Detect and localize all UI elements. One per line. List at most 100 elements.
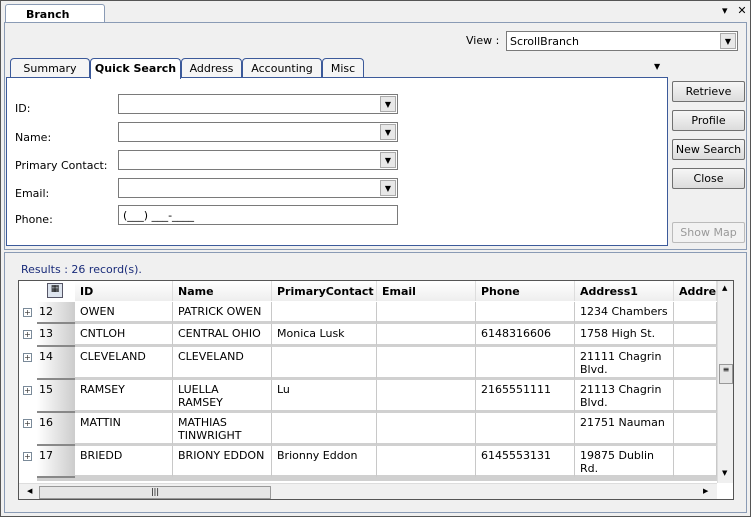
column-header[interactable]: Phone: [476, 281, 575, 301]
grid-cell[interactable]: LUELLA RAMSEY: [173, 380, 272, 413]
grid-cell[interactable]: [272, 347, 377, 380]
scroll-left-icon[interactable]: ◀: [27, 487, 32, 495]
email-label: Email:: [15, 187, 50, 200]
grid-corner: ▦: [19, 281, 75, 301]
grid-cell[interactable]: 21113 Chagrin Blvd.: [575, 380, 674, 413]
chevron-down-icon[interactable]: ▼: [380, 96, 396, 112]
scroll-down-icon[interactable]: ▼: [722, 469, 727, 477]
tabs-overflow-icon[interactable]: ▼: [654, 62, 660, 71]
grid-cell[interactable]: 6148316606: [476, 324, 575, 347]
chevron-down-icon[interactable]: ▼: [380, 180, 396, 196]
grid-cell[interactable]: [377, 413, 476, 446]
grid-cell[interactable]: [674, 413, 717, 446]
grid-cell[interactable]: BRIEDD: [75, 446, 173, 478]
grid-cell[interactable]: [272, 302, 377, 324]
row-number[interactable]: 14: [37, 347, 75, 380]
grid-cell[interactable]: [674, 302, 717, 324]
grid-cell[interactable]: 2165551111: [476, 380, 575, 413]
grid-cell[interactable]: [674, 324, 717, 347]
id-combo[interactable]: ▼: [118, 94, 398, 114]
window-controls: ▾ ✕: [722, 4, 747, 17]
grid-cell[interactable]: MATTIN: [75, 413, 173, 446]
horizontal-scroll-thumb[interactable]: |||: [39, 486, 271, 499]
expand-row-icon[interactable]: +: [23, 308, 32, 317]
menu-dropdown-icon[interactable]: ▾: [722, 4, 728, 17]
primary-contact-combo[interactable]: ▼: [118, 150, 398, 170]
horizontal-scrollbar[interactable]: ◀ ||| ▶: [19, 483, 717, 499]
row-number[interactable]: 12: [37, 302, 75, 324]
view-select-value: ScrollBranch: [510, 35, 579, 48]
grid-cell[interactable]: 19875 Dublin Rd.: [575, 446, 674, 478]
results-count: Results : 26 record(s).: [21, 263, 142, 276]
chevron-down-icon[interactable]: ▼: [380, 124, 396, 140]
grid-cell[interactable]: PATRICK OWEN: [173, 302, 272, 324]
view-select[interactable]: ScrollBranch ▼: [506, 31, 738, 51]
row-number[interactable]: 13: [37, 324, 75, 347]
column-header[interactable]: ID: [75, 281, 173, 301]
document-tab-branch-scroll[interactable]: Branch Scroll: [5, 4, 105, 34]
expand-row-icon[interactable]: +: [23, 452, 32, 461]
email-combo[interactable]: ▼: [118, 178, 398, 198]
vertical-scrollbar[interactable]: ▲ ≡ ▼: [717, 281, 733, 483]
close-button[interactable]: Close: [672, 168, 745, 189]
grid-cell[interactable]: [377, 324, 476, 347]
new-search-button[interactable]: New Search: [672, 139, 745, 160]
grid-cell[interactable]: Monica Lusk: [272, 324, 377, 347]
grid-cell[interactable]: [476, 302, 575, 324]
column-header[interactable]: Name: [173, 281, 272, 301]
grid-cell[interactable]: [377, 380, 476, 413]
grid-cell[interactable]: CNTLOH: [75, 324, 173, 347]
chevron-down-icon[interactable]: ▼: [380, 152, 396, 168]
grid-cell[interactable]: CLEVELAND: [75, 347, 173, 380]
retrieve-button[interactable]: Retrieve: [672, 81, 745, 102]
grid-cell[interactable]: MATHIAS TINWRIGHT: [173, 413, 272, 446]
grid-cell[interactable]: [377, 446, 476, 478]
name-combo[interactable]: ▼: [118, 122, 398, 142]
grid-cell[interactable]: [674, 347, 717, 380]
grid-cell[interactable]: [674, 380, 717, 413]
tab-accounting[interactable]: Accounting: [242, 58, 322, 78]
expand-row-icon[interactable]: +: [23, 353, 32, 362]
column-header[interactable]: Addres: [674, 281, 717, 301]
grid-cell[interactable]: BRIONY EDDON: [173, 446, 272, 478]
scroll-up-icon[interactable]: ▲: [722, 284, 727, 292]
grid-cell[interactable]: 1758 High St.: [575, 324, 674, 347]
grid-cell[interactable]: 1234 Chambers: [575, 302, 674, 324]
column-chooser-icon[interactable]: ▦: [47, 283, 63, 298]
expand-row-icon[interactable]: +: [23, 386, 32, 395]
expand-row-icon[interactable]: +: [23, 419, 32, 428]
tab-quick-search[interactable]: Quick Search: [90, 58, 181, 79]
tab-address[interactable]: Address: [181, 58, 242, 78]
scroll-right-icon[interactable]: ▶: [703, 487, 708, 495]
grid-cell[interactable]: RAMSEY: [75, 380, 173, 413]
column-header[interactable]: Email: [377, 281, 476, 301]
grid-cell[interactable]: OWEN: [75, 302, 173, 324]
grid-cell[interactable]: Brionny Eddon: [272, 446, 377, 478]
column-header[interactable]: Address1: [575, 281, 674, 301]
row-number[interactable]: 17: [37, 446, 75, 478]
grid-cell[interactable]: [377, 302, 476, 324]
grid-cell[interactable]: [377, 347, 476, 380]
grid-cell[interactable]: CLEVELAND: [173, 347, 272, 380]
id-label: ID:: [15, 102, 31, 115]
vertical-scroll-thumb[interactable]: ≡: [719, 364, 733, 384]
phone-input[interactable]: (___) ___-____: [118, 205, 398, 225]
close-icon[interactable]: ✕: [737, 4, 746, 17]
tab-summary[interactable]: Summary: [10, 58, 90, 78]
grid-cell[interactable]: [476, 347, 575, 380]
profile-button[interactable]: Profile: [672, 110, 745, 131]
column-header[interactable]: PrimaryContact: [272, 281, 377, 301]
row-number[interactable]: 15: [37, 380, 75, 413]
grid-cell[interactable]: 21751 Nauman: [575, 413, 674, 446]
name-label: Name:: [15, 131, 52, 144]
grid-cell[interactable]: [272, 413, 377, 446]
grid-cell[interactable]: CENTRAL OHIO: [173, 324, 272, 347]
grid-cell[interactable]: [476, 413, 575, 446]
grid-cell[interactable]: [674, 446, 717, 478]
grid-cell[interactable]: 6145553131: [476, 446, 575, 478]
grid-cell[interactable]: 21111 Chagrin Blvd.: [575, 347, 674, 380]
row-number[interactable]: 16: [37, 413, 75, 446]
expand-row-icon[interactable]: +: [23, 330, 32, 339]
grid-cell[interactable]: Lu: [272, 380, 377, 413]
tab-misc[interactable]: Misc: [322, 58, 364, 78]
